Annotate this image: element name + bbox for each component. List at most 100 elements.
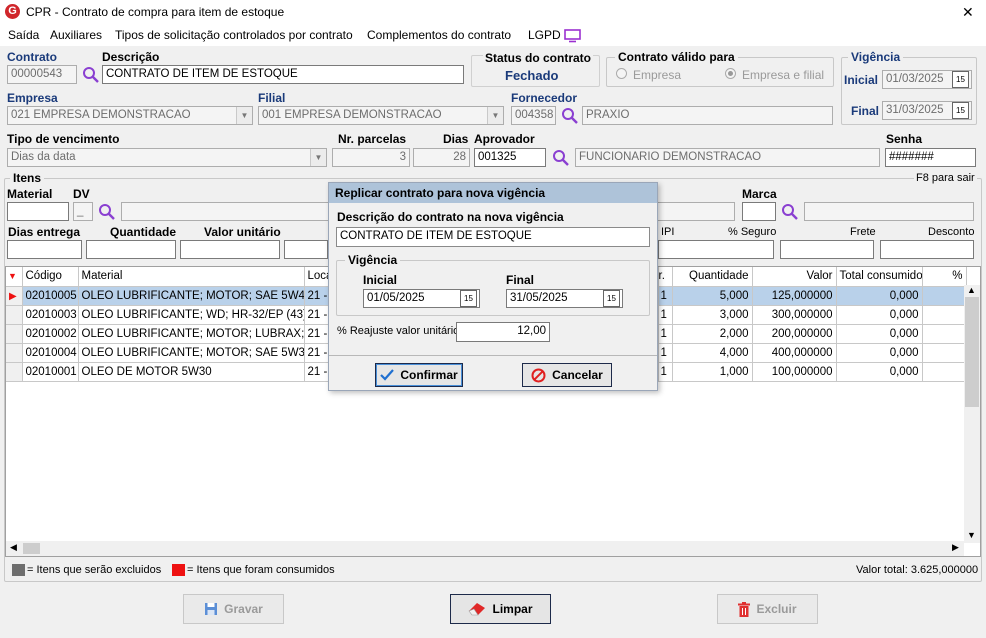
filial-label: Filial xyxy=(258,91,286,105)
scroll-right-icon[interactable]: ▶ xyxy=(952,542,959,553)
dialog-title: Replicar contrato para nova vigência xyxy=(329,183,657,203)
menu-bar: Saída Auxiliares Tipos de solicitação co… xyxy=(0,24,986,46)
dialog-desc-field[interactable]: CONTRATO DE ITEM DE ESTOQUE xyxy=(336,227,650,247)
menu-complementos[interactable]: Complementos do contrato xyxy=(367,28,511,42)
dialog-reajuste-field[interactable]: 12,00 xyxy=(456,322,550,342)
aprovador-name-field: FUNCIONARIO DEMONSTRACAO xyxy=(575,148,880,167)
f8-hint: F8 para sair xyxy=(914,172,977,184)
filial-select[interactable]: 001 EMPRESA DEMONSTRACAO ▼ xyxy=(258,106,504,125)
nr-parcelas-field[interactable]: 3 xyxy=(332,148,410,167)
descricao-field[interactable]: CONTRATO DE ITEM DE ESTOQUE xyxy=(102,65,464,84)
scroll-hthumb[interactable] xyxy=(23,543,40,554)
aprovador-code-field[interactable]: 001325 xyxy=(474,148,546,167)
monitor-icon[interactable] xyxy=(564,29,581,43)
status-value: Fechado xyxy=(505,68,559,83)
aprovador-label: Aprovador xyxy=(474,132,535,146)
dias-label: Dias xyxy=(443,132,469,146)
contrato-field[interactable]: 00000543 xyxy=(7,65,77,84)
scroll-down-icon[interactable]: ▼ xyxy=(967,530,976,540)
cancelar-button[interactable]: Cancelar xyxy=(522,363,612,387)
dias-field[interactable]: 28 xyxy=(413,148,470,167)
status-label: Status do contrato xyxy=(483,51,594,65)
tipo-vencimento-select[interactable]: Dias da data ▼ xyxy=(7,148,327,167)
row-indicator: ▶ xyxy=(6,286,23,306)
senha-field[interactable]: ####### xyxy=(885,148,976,167)
menu-auxiliares[interactable]: Auxiliares xyxy=(50,28,102,42)
calendar-icon[interactable]: 15 xyxy=(603,290,620,307)
horizontal-scrollbar[interactable]: ◀ ▶ xyxy=(6,541,964,556)
senha-label: Senha xyxy=(886,132,923,146)
scroll-left-icon[interactable]: ◀ xyxy=(10,542,17,553)
limpar-label: Limpar xyxy=(492,602,533,616)
scroll-up-icon[interactable]: ▲ xyxy=(967,285,976,295)
vertical-scrollbar[interactable]: ▲ ▼ xyxy=(964,285,980,543)
col-pct[interactable]: % xyxy=(922,267,967,287)
sort-indicator-icon[interactable]: ▼ xyxy=(6,267,23,287)
col-codigo[interactable]: Código xyxy=(22,267,79,287)
empresa-value: 021 EMPRESA DEMONSTRACAO xyxy=(11,109,191,121)
filial-value: 001 EMPRESA DEMONSTRACAO xyxy=(262,109,442,121)
dv-label: DV xyxy=(73,187,90,201)
confirmar-button[interactable]: Confirmar xyxy=(375,363,463,387)
marca-field[interactable] xyxy=(742,202,776,221)
row-indicator xyxy=(6,324,23,344)
fornecedor-code-field[interactable]: 004358 xyxy=(511,106,556,125)
search-icon[interactable] xyxy=(98,203,116,221)
window-title: CPR - Contrato de compra para item de es… xyxy=(26,5,285,19)
excluir-button[interactable]: Excluir xyxy=(717,594,818,624)
frete-field[interactable] xyxy=(880,240,974,259)
col-fr[interactable]: r. xyxy=(658,267,673,287)
cell-codigo: 02010001 xyxy=(22,362,79,382)
calendar-icon[interactable]: 15 xyxy=(952,71,969,88)
seguro-field[interactable] xyxy=(780,240,874,259)
cancel-icon xyxy=(531,368,546,382)
marca-desc-field xyxy=(804,202,974,221)
valor-unitario-field[interactable] xyxy=(180,240,280,259)
search-icon[interactable] xyxy=(561,107,579,125)
vigencia-inicial-label: Inicial xyxy=(844,73,879,87)
empresa-select[interactable]: 021 EMPRESA DEMONSTRACAO ▼ xyxy=(7,106,253,125)
cell-quantidade: 4,000 xyxy=(672,343,753,363)
radio-empresa[interactable] xyxy=(616,68,627,79)
scroll-thumb[interactable] xyxy=(965,297,979,407)
col-valor[interactable]: Valor xyxy=(752,267,837,287)
calendar-icon[interactable]: 15 xyxy=(952,102,969,119)
menu-saida[interactable]: Saída xyxy=(8,28,39,42)
cell-fr: 1 xyxy=(658,343,673,363)
dias-entrega-field[interactable] xyxy=(7,240,82,259)
search-icon[interactable] xyxy=(781,203,799,221)
menu-tipos-solicitacao[interactable]: Tipos de solicitação controlados por con… xyxy=(115,28,353,42)
cell-local: 21 - xyxy=(304,286,329,306)
gravar-button[interactable]: Gravar xyxy=(183,594,284,624)
col-material[interactable]: Material xyxy=(78,267,305,287)
radio-empresa-filial[interactable] xyxy=(725,68,736,79)
quantidade-field[interactable] xyxy=(86,240,176,259)
col-local[interactable]: Loca xyxy=(304,267,329,287)
cell-pct xyxy=(922,324,967,344)
radio-empresa-label: Empresa xyxy=(633,68,682,82)
dialog-divider xyxy=(329,355,657,356)
limpar-button[interactable]: Limpar xyxy=(450,594,551,624)
calendar-icon[interactable]: 15 xyxy=(460,290,477,307)
col-quantidade[interactable]: Quantidade xyxy=(672,267,753,287)
cell-local: 21 - xyxy=(304,305,329,325)
cell-local: 21 - xyxy=(304,324,329,344)
cell-pct xyxy=(922,286,967,306)
extra-field[interactable] xyxy=(284,240,328,259)
col-consumido[interactable]: Total consumido xyxy=(836,267,923,287)
menu-lgpd[interactable]: LGPD xyxy=(528,28,561,42)
valor-unitario-label: Valor unitário xyxy=(204,225,281,239)
search-icon[interactable] xyxy=(552,149,570,167)
search-icon[interactable] xyxy=(82,66,100,84)
close-icon[interactable]: ✕ xyxy=(962,4,974,21)
cell-valor: 125,000000 xyxy=(752,286,837,306)
cell-fr: 1 xyxy=(658,362,673,382)
tipo-vencimento-value: Dias da data xyxy=(11,151,76,163)
dv-field[interactable]: _ xyxy=(73,202,93,221)
quantidade-label: Quantidade xyxy=(110,225,177,239)
dialog-reajuste-label: % Reajuste valor unitário xyxy=(337,325,460,337)
contrato-label: Contrato xyxy=(7,50,57,64)
material-field[interactable] xyxy=(7,202,69,221)
ipi-field[interactable] xyxy=(658,240,774,259)
legend-gray-label: = Itens que serão excluidos xyxy=(27,564,162,576)
